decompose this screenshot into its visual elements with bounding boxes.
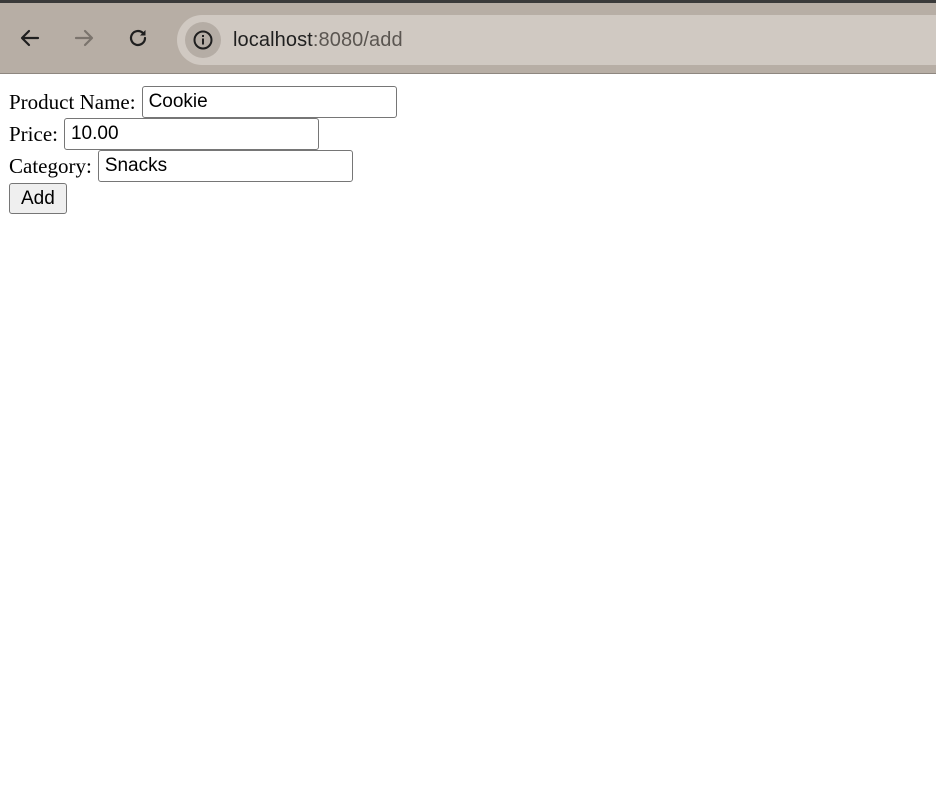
- category-row: Category:: [9, 150, 397, 182]
- product-name-label: Product Name:: [9, 89, 136, 114]
- price-row: Price:: [9, 118, 397, 150]
- price-input[interactable]: [63, 118, 319, 150]
- url-path: :8080/add: [312, 28, 403, 51]
- url-host: localhost: [233, 28, 313, 51]
- add-button[interactable]: Add: [9, 183, 67, 214]
- url-text[interactable]: localhost:8080/add: [233, 29, 403, 52]
- reload-button[interactable]: [121, 21, 155, 55]
- submit-row: Add: [9, 182, 397, 214]
- browser-toolbar: localhost:8080/add: [0, 0, 936, 74]
- arrow-left-icon: [20, 29, 40, 47]
- back-button[interactable]: [13, 21, 47, 55]
- price-label: Price:: [9, 121, 58, 146]
- add-product-form: Product Name: Price: Category: Add: [9, 86, 397, 214]
- arrow-right-icon: [74, 29, 94, 47]
- info-icon: [193, 30, 213, 50]
- category-input[interactable]: [97, 150, 353, 182]
- address-bar[interactable]: localhost:8080/add: [177, 15, 936, 65]
- product-name-row: Product Name:: [9, 86, 397, 118]
- forward-button[interactable]: [67, 21, 101, 55]
- site-info-button[interactable]: [185, 22, 221, 58]
- category-label: Category:: [9, 153, 92, 178]
- reload-icon: [129, 29, 147, 47]
- product-name-input[interactable]: [141, 86, 397, 118]
